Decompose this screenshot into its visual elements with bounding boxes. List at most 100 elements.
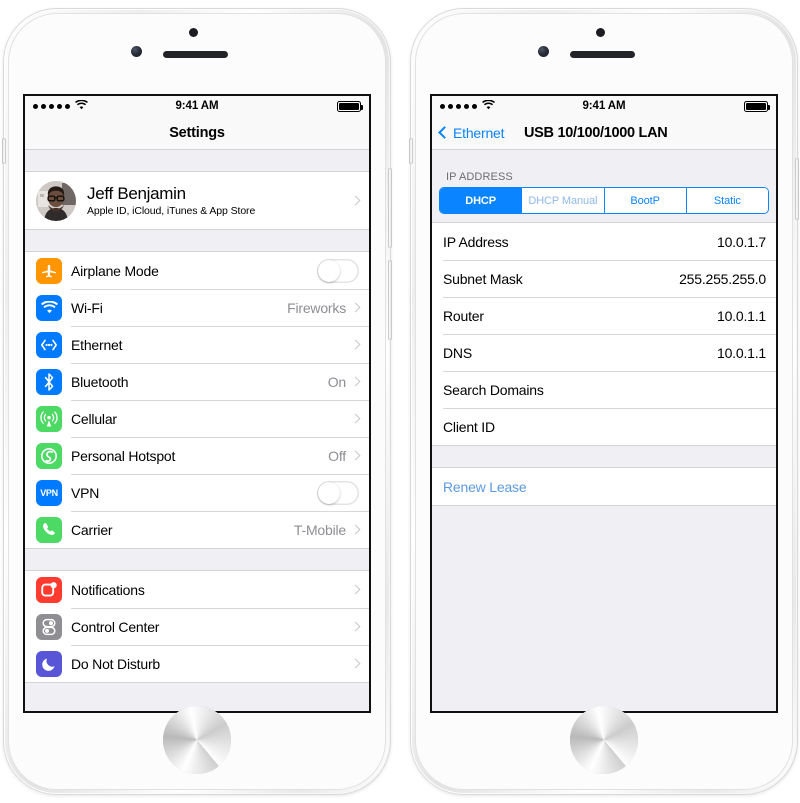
row-value: Fireworks xyxy=(287,299,346,316)
settings-row-control-center[interactable]: Control Center xyxy=(25,608,369,645)
screen-left: 9:41 AM Settings Jeff Benjamin Apple ID,… xyxy=(25,96,369,711)
screenshot-stage: 9:41 AM Settings Jeff Benjamin Apple ID,… xyxy=(0,0,800,803)
detail-row-subnet-mask[interactable]: Subnet Mask 255.255.255.0 xyxy=(432,260,776,297)
settings-row-wifi[interactable]: Wi-Fi Fireworks xyxy=(25,289,369,326)
settings-list[interactable]: Jeff Benjamin Apple ID, iCloud, iTunes &… xyxy=(25,150,369,711)
chevron-right-icon xyxy=(350,413,361,424)
vpn-toggle[interactable] xyxy=(317,480,359,505)
front-camera-icon xyxy=(538,46,549,57)
battery-indicator xyxy=(744,100,770,112)
row-label: IP Address xyxy=(443,233,509,250)
volume-up-button[interactable] xyxy=(388,168,392,248)
row-label: Router xyxy=(443,307,484,324)
earpiece-speaker xyxy=(163,51,228,58)
row-label: Client ID xyxy=(443,418,495,435)
wifi-icon xyxy=(36,294,62,321)
row-value: 10.0.1.1 xyxy=(717,344,766,361)
chevron-right-icon xyxy=(350,339,361,350)
navbar-left: Settings xyxy=(25,116,369,150)
navbar-right: Ethernet USB 10/100/1000 LAN xyxy=(432,116,776,150)
home-button[interactable] xyxy=(570,706,638,774)
chevron-right-icon xyxy=(350,302,361,313)
airplane-icon xyxy=(36,257,62,284)
row-label: VPN xyxy=(71,484,100,501)
battery-indicator xyxy=(337,100,363,112)
row-label: Personal Hotspot xyxy=(71,447,176,464)
chevron-right-icon xyxy=(350,584,361,595)
vpn-icon-label: VPN xyxy=(40,487,58,498)
settings-row-personal-hotspot[interactable]: Personal Hotspot Off xyxy=(25,437,369,474)
earpiece-speaker xyxy=(570,51,635,58)
home-button[interactable] xyxy=(163,706,231,774)
detail-row-search-domains[interactable]: Search Domains xyxy=(432,371,776,408)
chevron-right-icon xyxy=(350,450,361,461)
detail-row-router[interactable]: Router 10.0.1.1 xyxy=(432,297,776,334)
control-center-icon xyxy=(36,613,62,640)
settings-row-bluetooth[interactable]: Bluetooth On xyxy=(25,363,369,400)
iphone-device-left: 9:41 AM Settings Jeff Benjamin Apple ID,… xyxy=(2,8,392,795)
silent-switch[interactable] xyxy=(409,138,413,164)
apple-id-row[interactable]: Jeff Benjamin Apple ID, iCloud, iTunes &… xyxy=(25,172,369,229)
account-subtitle: Apple ID, iCloud, iTunes & App Store xyxy=(87,205,256,218)
row-label: Cellular xyxy=(71,410,117,427)
detail-row-client-id[interactable]: Client ID xyxy=(432,408,776,445)
airplane-mode-toggle[interactable] xyxy=(317,258,359,283)
status-bar-right: 9:41 AM xyxy=(432,96,776,116)
renew-lease-row[interactable]: Renew Lease xyxy=(432,468,776,505)
volume-down-button[interactable] xyxy=(388,260,392,340)
settings-row-ethernet[interactable]: Ethernet xyxy=(25,326,369,363)
proximity-sensor-icon xyxy=(596,28,605,37)
front-camera-icon xyxy=(131,46,142,57)
page-title: USB 10/100/1000 LAN xyxy=(524,124,668,141)
segment-dhcp-manual[interactable]: DHCP Manual xyxy=(521,188,604,213)
battery-full-icon xyxy=(744,100,770,112)
ethernet-icon xyxy=(36,331,62,358)
proximity-sensor-icon xyxy=(189,28,198,37)
account-name: Jeff Benjamin xyxy=(87,183,186,203)
power-button[interactable] xyxy=(795,158,799,220)
row-label: Control Center xyxy=(71,618,160,635)
chevron-right-icon xyxy=(350,621,361,632)
row-label: Ethernet xyxy=(71,336,123,353)
row-label: Search Domains xyxy=(443,381,544,398)
detail-row-ip-address[interactable]: IP Address 10.0.1.7 xyxy=(432,223,776,260)
avatar xyxy=(36,180,76,221)
cellular-icon xyxy=(36,405,62,432)
bluetooth-icon xyxy=(36,368,62,395)
row-label: Bluetooth xyxy=(71,373,129,390)
notifications-icon xyxy=(36,576,62,603)
settings-row-vpn[interactable]: VPN VPN xyxy=(25,474,369,511)
back-button-label: Ethernet xyxy=(453,124,505,141)
chevron-right-icon xyxy=(350,524,361,535)
row-label: Subnet Mask xyxy=(443,270,523,287)
battery-full-icon xyxy=(337,100,363,112)
row-label: Wi-Fi xyxy=(71,299,103,316)
settings-row-airplane-mode[interactable]: Airplane Mode xyxy=(25,252,369,289)
back-button[interactable]: Ethernet xyxy=(438,124,505,141)
settings-row-cellular[interactable]: Cellular xyxy=(25,400,369,437)
settings-row-notifications[interactable]: Notifications xyxy=(25,571,369,608)
settings-row-carrier[interactable]: Carrier T-Mobile xyxy=(25,511,369,548)
iphone-device-right: 9:41 AM Ethernet USB 10/100/1000 LAN IP … xyxy=(409,8,799,795)
ip-config-segmented-control[interactable]: DHCP DHCP Manual BootP Static xyxy=(440,188,768,213)
renew-lease-group: Renew Lease xyxy=(432,467,776,506)
row-value: Off xyxy=(328,447,346,464)
detail-row-dns[interactable]: DNS 10.0.1.1 xyxy=(432,334,776,371)
notifications-group: Notifications Control Center Do Not Dist… xyxy=(25,570,369,683)
hotspot-icon xyxy=(36,442,62,469)
row-value: T-Mobile xyxy=(293,521,346,538)
silent-switch[interactable] xyxy=(2,138,6,164)
connectivity-group: Airplane Mode Wi-Fi Fireworks Ethernet B… xyxy=(25,251,369,549)
row-label: Airplane Mode xyxy=(71,262,159,279)
phone-icon xyxy=(36,516,62,543)
row-label: DNS xyxy=(443,344,472,361)
segment-dhcp[interactable]: DHCP xyxy=(440,188,522,213)
segmented-control-wrap: DHCP DHCP Manual BootP Static xyxy=(432,188,776,222)
chevron-right-icon xyxy=(350,376,361,387)
row-label: Carrier xyxy=(71,521,113,538)
ethernet-detail-list[interactable]: IP ADDRESS DHCP DHCP Manual BootP Static… xyxy=(432,150,776,711)
settings-row-do-not-disturb[interactable]: Do Not Disturb xyxy=(25,645,369,682)
account-group: Jeff Benjamin Apple ID, iCloud, iTunes &… xyxy=(25,171,369,230)
segment-static[interactable]: Static xyxy=(685,188,768,213)
segment-bootp[interactable]: BootP xyxy=(603,188,686,213)
